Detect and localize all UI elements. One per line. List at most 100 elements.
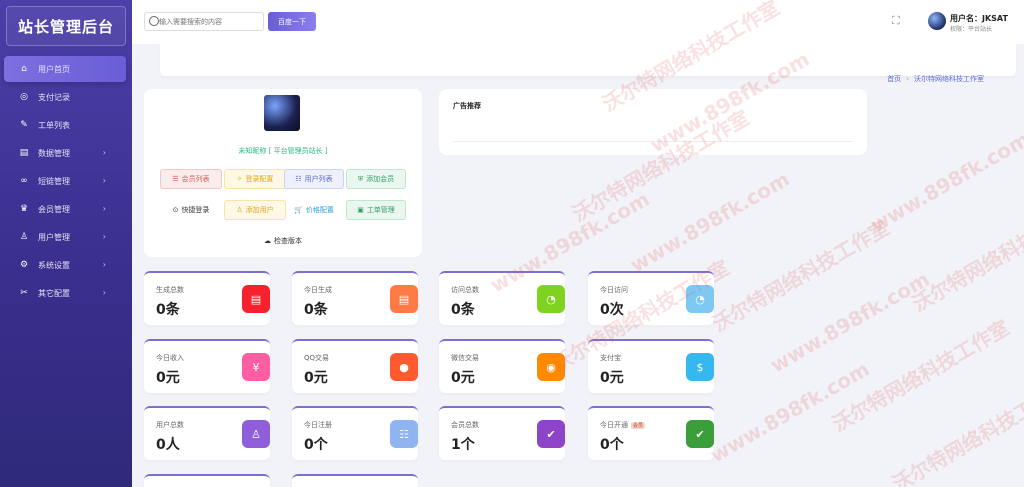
stat-label: 会员总数 — [451, 420, 479, 430]
stat-label: 今日访问 — [600, 285, 628, 295]
quick-action-button[interactable]: 🛒 价格配置 — [284, 200, 344, 220]
stat-card-partial — [144, 474, 270, 487]
chevron-right-icon: › — [102, 260, 106, 269]
quick-action-label: 价格配置 — [305, 206, 334, 214]
search-button[interactable]: 百度一下 — [268, 12, 316, 31]
dollar-icon: $ — [686, 353, 714, 381]
top-bar: 百度一下 ⛶ 用户名：JKSAT 权限：平台站长 — [132, 0, 1024, 44]
sidebar-item-2[interactable]: ✎ 工单列表 — [4, 112, 126, 138]
sidebar-item-8[interactable]: ✂ 其它配置 › — [4, 280, 126, 306]
quick-action-label: 用户列表 — [304, 175, 333, 183]
gear-icon: ✧ — [236, 175, 243, 183]
user-name: 用户名：JKSAT — [950, 14, 1008, 23]
cloud-icon: ☁ — [264, 237, 271, 245]
stat-label-text: 会员总数 — [451, 421, 479, 429]
quick-action-button[interactable]: ⊙ 快捷登录 — [160, 200, 222, 220]
shield-check-icon: ✔ — [686, 420, 714, 448]
chevron-right-icon: › — [102, 148, 106, 157]
stat-card: 用户总数 0人 ♙ — [144, 406, 270, 460]
watermark-text: 沃尔特网络科技工作室 — [888, 375, 1024, 487]
wechat-icon: ◉ — [537, 353, 565, 381]
ad-title: 广告推荐 — [453, 102, 481, 110]
sidebar-item-0[interactable]: ⌂ 用户首页 — [4, 56, 126, 82]
sidebar-item-5[interactable]: ♛ 会员管理 › — [4, 196, 126, 222]
sidebar-item-6[interactable]: ♙ 用户管理 › — [4, 224, 126, 250]
stat-card-partial — [292, 474, 418, 487]
stat-label-text: 今日生成 — [304, 286, 332, 294]
stat-value: 0元 — [451, 370, 475, 386]
stat-card: 生成总数 0条 ▤ — [144, 271, 270, 325]
quick-action-button[interactable]: ♙ 添加用户 — [224, 200, 286, 220]
watermark-text: 沃尔特网络科技工作室 — [828, 315, 1014, 437]
stat-card: 会员总数 1个 ✔ — [439, 406, 565, 460]
member-icon: ♛ — [19, 204, 29, 214]
shield-icon: ⛨ — [357, 174, 364, 183]
status-badge: 会员 — [631, 421, 646, 429]
quick-action-button[interactable]: ☷ 用户列表 — [284, 169, 344, 189]
stat-card: 今日注册 0个 ☷ — [292, 406, 418, 460]
stat-value: 0个 — [600, 437, 624, 453]
breadcrumb-current: 沃尔特网络科技工作室 — [914, 75, 984, 83]
user-role: 权限：平台站长 — [950, 26, 993, 33]
breadcrumb-home[interactable]: 首页 — [887, 75, 901, 83]
quick-action-button[interactable]: ☰ 会员列表 — [160, 169, 222, 189]
sidebar-item-3[interactable]: ▤ 数据管理 › — [4, 140, 126, 166]
ad-card: 广告推荐 — [439, 89, 867, 155]
stat-label: 今日生成 — [304, 285, 332, 295]
stat-value: 0条 — [156, 302, 180, 318]
profile-name: 未知昵称 [ 平台管理员站长 ] — [238, 147, 328, 155]
sidebar: 站长管理后台 ⌂ 用户首页 ◎ 支付记录 ✎ 工单列表 ▤ 数据管理 › ∞ 短链管理 › ♛ 会员管理 ›… — [0, 0, 132, 487]
clock-icon: ⊙ — [172, 206, 179, 214]
stat-value: 0次 — [600, 302, 624, 318]
quick-action-button[interactable]: ✧ 登录配置 — [224, 169, 286, 189]
breadcrumb-separator: › — [906, 75, 909, 83]
stat-value: 0个 — [304, 437, 328, 453]
profile-card: 未知昵称 [ 平台管理员站长 ] ☰ 会员列表 ✧ 登录配置 ☷ 用户列表 ⛨ 添加会员 ⊙ 快捷… — [144, 89, 422, 257]
stat-label-text: 支付宝 — [600, 354, 621, 362]
search-box — [144, 12, 264, 31]
sidebar-item-label: 其它配置 — [38, 288, 70, 298]
quick-action-button[interactable]: ☁ 检查版本 — [244, 231, 322, 251]
stat-card: 今日开通 会员 0个 ✔ — [588, 406, 714, 460]
user-icon: ♙ — [19, 232, 29, 242]
quick-action-button[interactable]: ⛨ 添加会员 — [346, 169, 406, 189]
stat-card: 微信交易 0元 ◉ — [439, 339, 565, 393]
tools-icon: ✂ — [20, 288, 28, 298]
sidebar-item-7[interactable]: ⚙ 系统设置 › — [4, 252, 126, 278]
qq-icon: ● — [390, 353, 418, 381]
app-brand: 站长管理后台 — [6, 6, 126, 46]
quick-action-label: 登录配置 — [245, 175, 274, 183]
sidebar-item-label: 支付记录 — [38, 92, 70, 102]
stat-card: 今日收入 0元 ¥ — [144, 339, 270, 393]
fullscreen-icon[interactable]: ⛶ — [892, 14, 900, 28]
stat-value: 1个 — [451, 437, 475, 453]
watermark-text: www.898fk.com — [706, 356, 874, 468]
stat-card: QQ交易 0元 ● — [292, 339, 418, 393]
chevron-right-icon: › — [102, 288, 106, 297]
quick-action-label: 添加用户 — [245, 206, 274, 214]
stat-label: 微信交易 — [451, 353, 479, 363]
avatar[interactable] — [928, 12, 946, 30]
stat-value: 0条 — [304, 302, 328, 318]
chevron-right-icon: › — [102, 232, 106, 241]
watermark-text: 沃尔特网络科技工作室 — [908, 195, 1024, 317]
stat-label: 今日开通 会员 — [600, 420, 646, 430]
sidebar-item-label: 用户管理 — [38, 232, 70, 242]
link-icon: ∞ — [20, 176, 28, 186]
add-user-icon: ♙ — [236, 206, 243, 214]
breadcrumb-bar — [160, 44, 1016, 76]
profile-avatar — [264, 95, 300, 131]
settings-icon: ⚙ — [19, 260, 29, 270]
stat-card: 今日生成 0条 ▤ — [292, 271, 418, 325]
shield-check-icon: ✔ — [537, 420, 565, 448]
stat-label-text: 生成总数 — [156, 286, 184, 294]
quick-action-label: 添加会员 — [366, 175, 395, 183]
stat-label: 今日注册 — [304, 420, 332, 430]
search-input[interactable] — [159, 15, 259, 29]
sidebar-item-1[interactable]: ◎ 支付记录 — [4, 84, 126, 110]
list-icon: ☰ — [172, 175, 179, 183]
quick-action-button[interactable]: ▣ 工单管理 — [346, 200, 406, 220]
quick-action-label: 会员列表 — [181, 175, 210, 183]
sidebar-item-4[interactable]: ∞ 短链管理 › — [4, 168, 126, 194]
stat-card: 支付宝 0元 $ — [588, 339, 714, 393]
